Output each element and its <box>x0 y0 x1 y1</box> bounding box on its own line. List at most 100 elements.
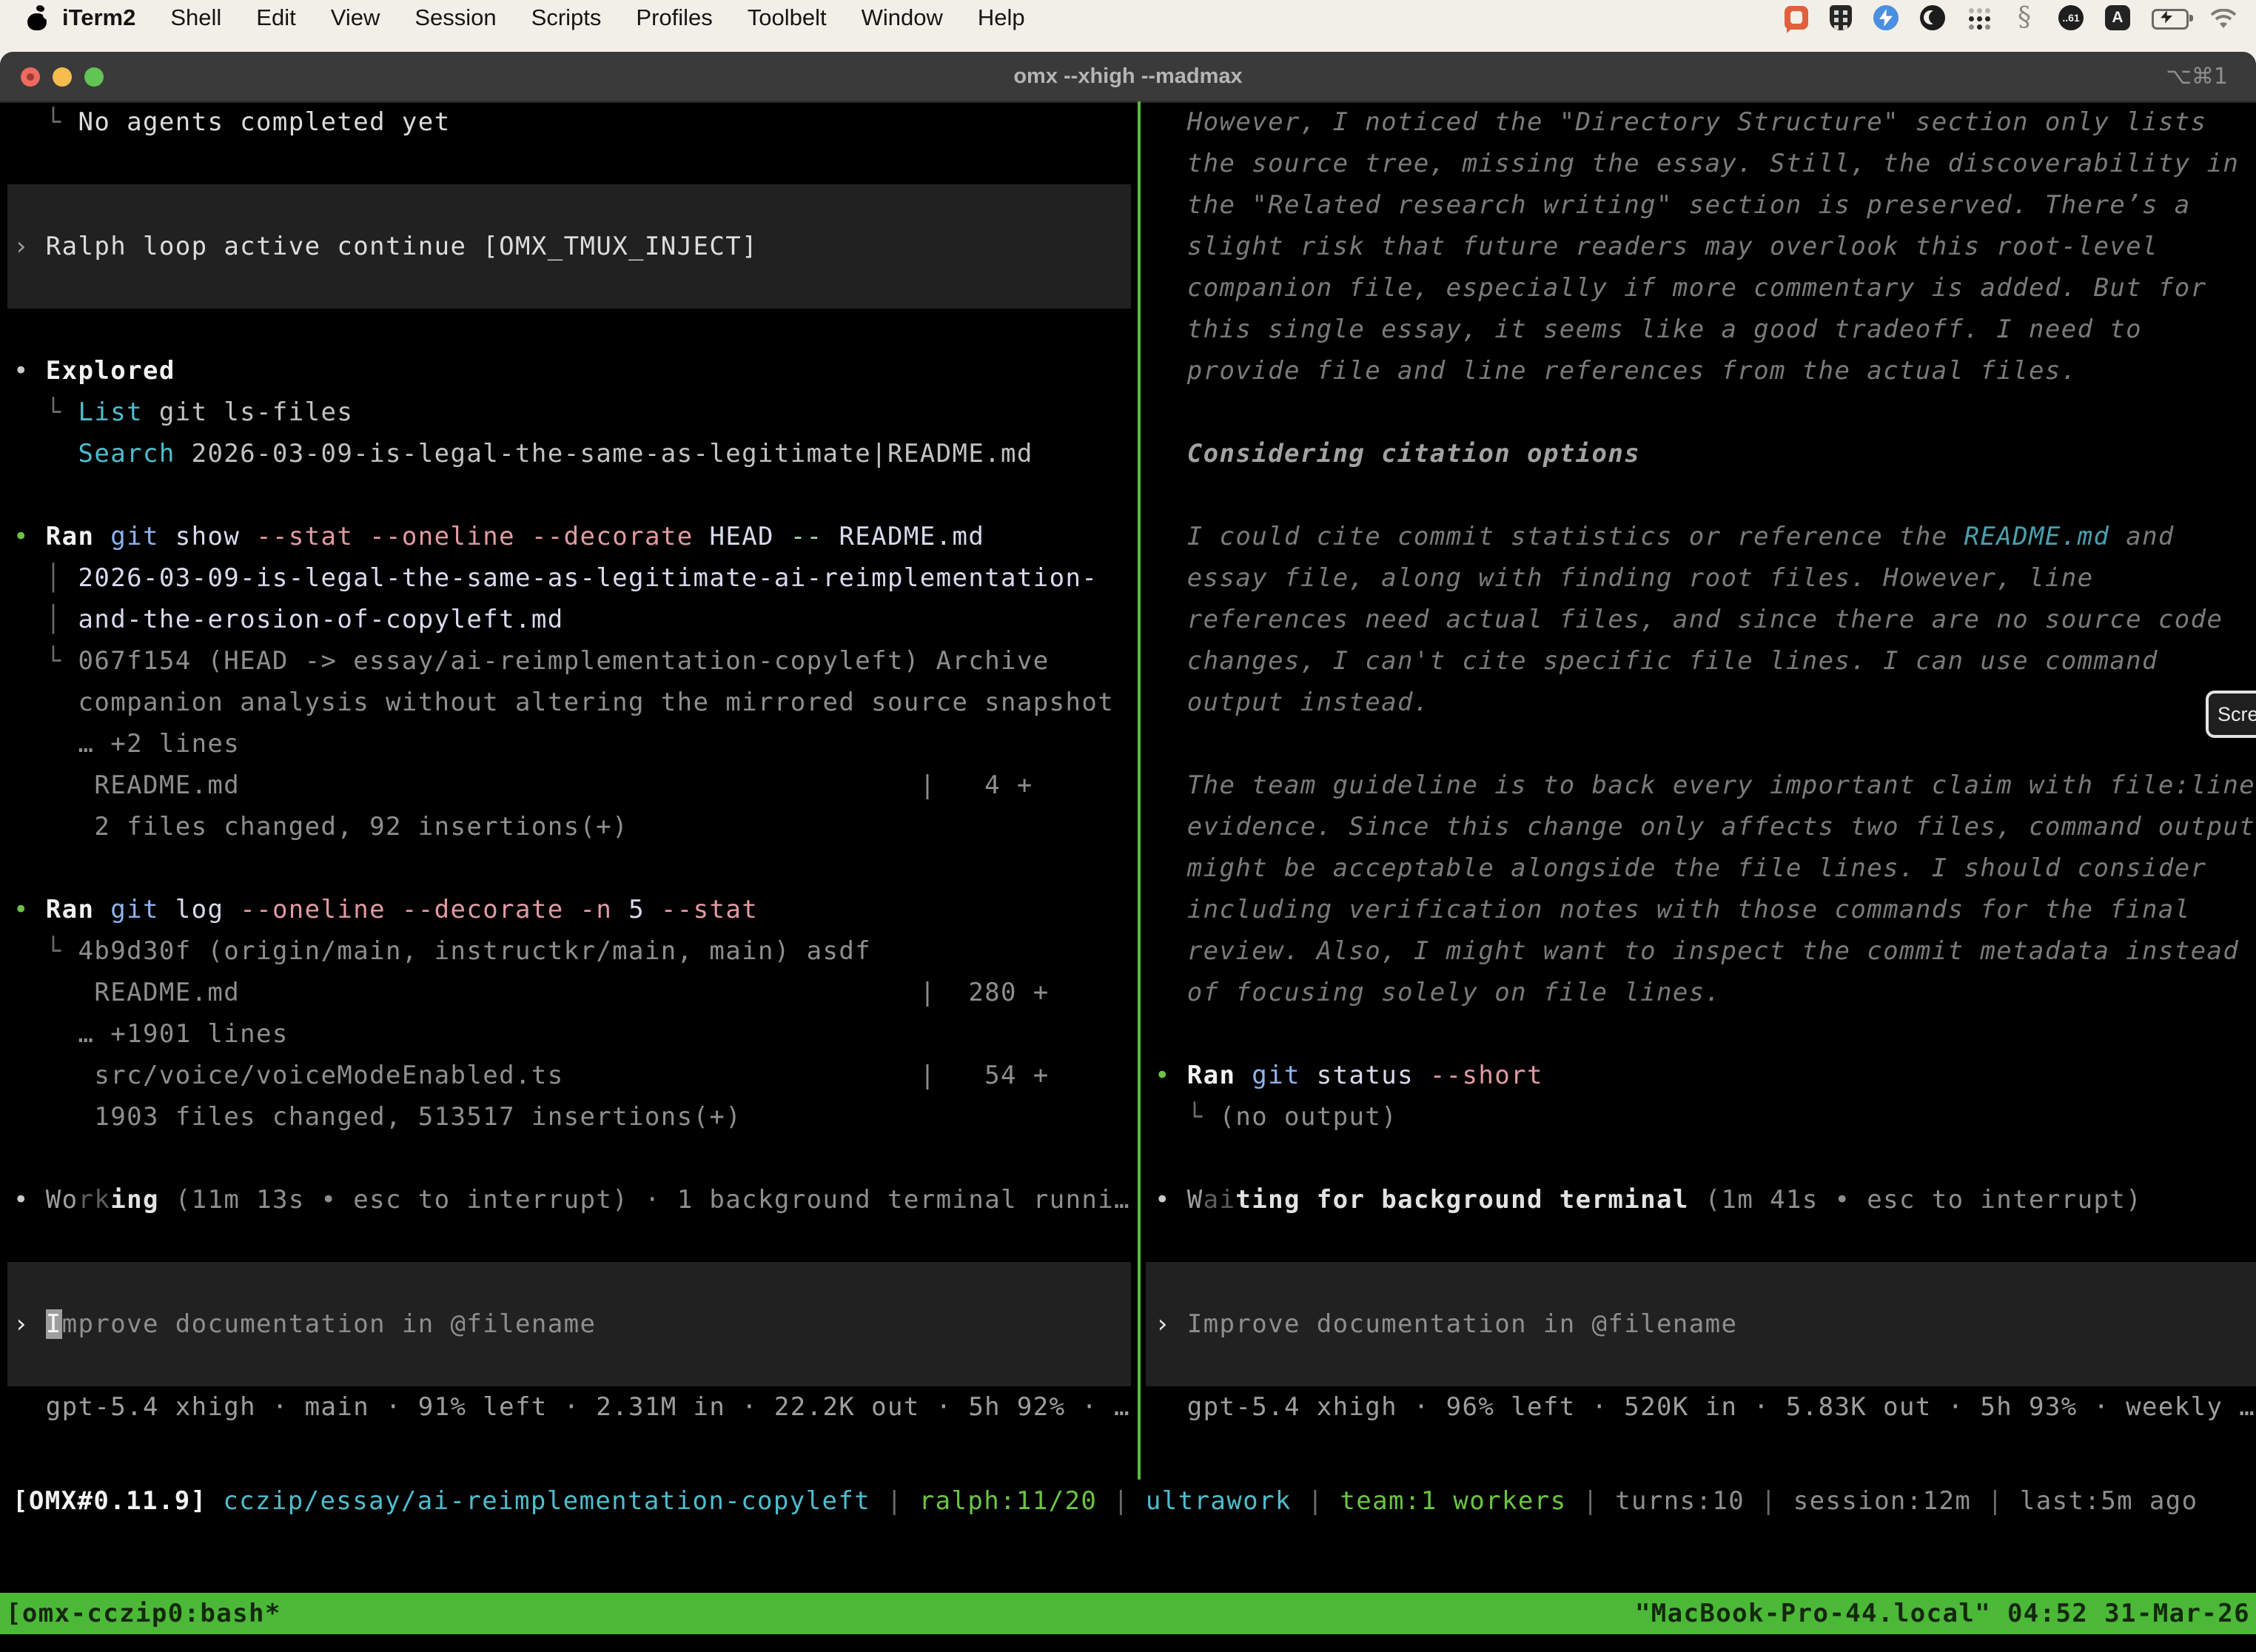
menu-item-help[interactable]: Help <box>978 4 1025 31</box>
terminal-line: this single essay, it seems like a good … <box>1146 309 2256 350</box>
terminal-line: • Ran git status --short <box>1146 1055 2256 1096</box>
terminal-line: │ and-the-erosion-of-copyleft.md <box>7 599 1137 640</box>
terminal-line: The team guideline is to back every impo… <box>1146 765 2256 806</box>
terminal-line: • Ran git log --oneline --decorate -n 5 … <box>7 889 1137 930</box>
terminal-line <box>1146 1262 2256 1303</box>
terminal-line: └ List git ls-files <box>7 392 1137 433</box>
terminal-line: provide file and line references from th… <box>1146 350 2256 392</box>
terminal-line: │ 2026-03-09-is-legal-the-same-as-legiti… <box>7 557 1137 599</box>
terminal-line: review. Also, I might want to inspect th… <box>1146 930 2256 972</box>
menu-item-scripts[interactable]: Scripts <box>531 4 602 31</box>
terminal-line: README.md | 280 + <box>7 972 1137 1013</box>
terminal-line: gpt-5.4 xhigh · 96% left · 520K in · 5.8… <box>1146 1386 2256 1428</box>
terminal-line: the "Related research writing" section i… <box>1146 184 2256 226</box>
squiggle-icon[interactable] <box>2012 5 2037 30</box>
terminal-line <box>7 143 1137 184</box>
terminal-line: 2 files changed, 92 insertions(+) <box>7 806 1137 847</box>
shield-grid-icon[interactable] <box>1830 5 1852 30</box>
terminal-line <box>7 1220 1137 1262</box>
lightning-badge-icon[interactable] <box>1873 5 1899 30</box>
zoom-button[interactable] <box>84 67 104 87</box>
input-source-label: A <box>2112 9 2123 27</box>
menu-item-view[interactable]: View <box>331 4 380 31</box>
menu-bar: iTerm2 Shell Edit View Session Scripts Profile… <box>0 0 2256 36</box>
terminal-line: src/voice/voiceModeEnabled.ts | 54 + <box>7 1055 1137 1096</box>
terminal-line: references need actual files, and since … <box>1146 599 2256 640</box>
battery-icon[interactable] <box>2152 9 2189 30</box>
terminal-line: slight risk that future readers may over… <box>1146 226 2256 267</box>
terminal-line: including verification notes with those … <box>1146 889 2256 930</box>
terminal-line <box>1146 392 2256 433</box>
terminal-line: companion analysis without altering the … <box>7 682 1137 723</box>
terminal-line: … +1901 lines <box>7 1013 1137 1055</box>
window-title: omx --xhigh --madmax <box>0 64 2256 89</box>
left-terminal-pane[interactable]: └ No agents completed yet › Ralph loop ac… <box>7 101 1137 1480</box>
terminal-line <box>7 267 1131 309</box>
crescent-circle-icon[interactable] <box>1920 5 1945 30</box>
terminal-line: changes, I can't cite specific file line… <box>1146 640 2256 682</box>
terminal-line: › Improve documentation in @filename <box>7 1303 1131 1345</box>
menu-item-iterm2[interactable]: iTerm2 <box>62 4 135 31</box>
terminal-line: └ 067f154 (HEAD -> essay/ai-reimplementa… <box>7 640 1137 682</box>
terminal-line: However, I noticed the "Directory Struct… <box>1146 101 2256 143</box>
terminal-line: README.md | 4 + <box>7 765 1137 806</box>
pane-divider[interactable] <box>1138 101 1141 1480</box>
tmux-session-window[interactable]: [omx-cczip0:bash* <box>6 1599 281 1628</box>
terminal-line <box>7 847 1137 889</box>
title-bar[interactable]: omx --xhigh --madmax ⌥⌘1 <box>0 52 2256 103</box>
terminal-line: › Improve documentation in @filename <box>1146 1303 2256 1345</box>
input-source-icon[interactable]: A <box>2105 5 2130 30</box>
terminal-line <box>1146 1345 2256 1386</box>
terminal-line: └ No agents completed yet <box>7 101 1137 143</box>
terminal-line: … +2 lines <box>7 723 1137 765</box>
terminal-line: I could cite commit statistics or refere… <box>1146 516 2256 557</box>
terminal-line: • Waiting for background terminal (1m 41… <box>1146 1179 2256 1220</box>
menu-items: iTerm2 Shell Edit View Session Scripts Profile… <box>62 4 1060 31</box>
terminal-line: output instead. <box>1146 682 2256 723</box>
terminal-line: companion file, especially if more comme… <box>1146 267 2256 309</box>
apple-menu-icon[interactable] <box>27 4 47 31</box>
menu-item-edit[interactable]: Edit <box>256 4 295 31</box>
terminal-line: • Ran git show --stat --oneline --decora… <box>7 516 1137 557</box>
menu-item-toolbelt[interactable]: Toolbelt <box>748 4 827 31</box>
omx-status-bar: [OMX#0.11.9] cczip/essay/ai-reimplementa… <box>0 1480 2256 1522</box>
overlay-tab-label: Scre <box>2218 703 2256 726</box>
terminal-line <box>1146 1138 2256 1179</box>
chat-bubble-icon[interactable] <box>1785 6 1808 30</box>
terminal-line <box>7 309 1137 350</box>
terminal-line <box>7 474 1137 516</box>
terminal-line: › Ralph loop active continue [OMX_TMUX_I… <box>7 226 1131 267</box>
terminal-line: 1903 files changed, 513517 insertions(+) <box>7 1096 1137 1138</box>
menu-item-shell[interactable]: Shell <box>170 4 221 31</box>
terminal-line <box>7 184 1131 226</box>
terminal-window: omx --xhigh --madmax ⌥⌘1 └ No agents com… <box>0 52 2256 1652</box>
terminal-line: • Working (11m 13s • esc to interrupt) ·… <box>7 1179 1137 1220</box>
close-button[interactable] <box>21 67 40 87</box>
menubar-status-icons: ..61 A <box>1785 5 2237 30</box>
terminal-line: gpt-5.4 xhigh · main · 91% left · 2.31M … <box>7 1386 1137 1428</box>
terminal-line <box>1146 1220 2256 1262</box>
menu-item-window[interactable]: Window <box>862 4 943 31</box>
menu-item-session[interactable]: Session <box>414 4 496 31</box>
terminal-line: essay file, along with finding root file… <box>1146 557 2256 599</box>
dots-grid-icon[interactable] <box>1967 6 1990 30</box>
right-terminal-pane[interactable]: However, I noticed the "Directory Struct… <box>1146 101 2256 1480</box>
terminal-line <box>7 1262 1131 1303</box>
terminal-line: Search 2026-03-09-is-legal-the-same-as-l… <box>7 433 1137 474</box>
battery-percent-icon[interactable]: ..61 <box>2058 5 2084 30</box>
terminal-line: • Explored <box>7 350 1137 392</box>
wifi-icon[interactable] <box>2210 9 2237 30</box>
terminal-line: Considering citation options <box>1146 433 2256 474</box>
battery-percent-label: ..61 <box>2062 12 2079 24</box>
terminal-line: might be acceptable alongside the file l… <box>1146 847 2256 889</box>
window-shortcut-hint: ⌥⌘1 <box>2166 64 2228 90</box>
terminal-line: └ (no output) <box>1146 1096 2256 1138</box>
minimize-button[interactable] <box>53 67 72 87</box>
terminal-line <box>7 1345 1131 1386</box>
terminal-line: └ 4b9d30f (origin/main, instructkr/main,… <box>7 930 1137 972</box>
terminal-line <box>1146 1013 2256 1055</box>
tmux-status-bar: [omx-cczip0:bash* "MacBook-Pro-44.local"… <box>0 1593 2256 1634</box>
menu-item-profiles[interactable]: Profiles <box>636 4 712 31</box>
terminal-line: the source tree, missing the essay. Stil… <box>1146 143 2256 184</box>
screen-overlay-tab[interactable]: Scre <box>2206 691 2256 738</box>
